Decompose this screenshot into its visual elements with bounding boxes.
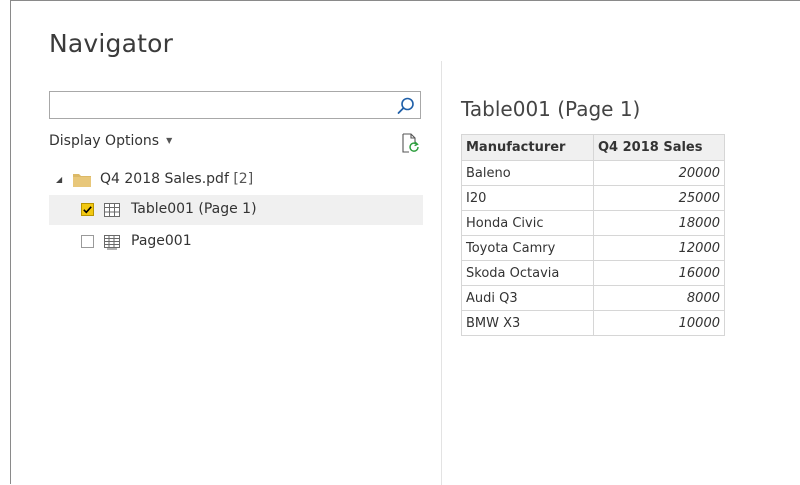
column-header[interactable]: Manufacturer: [461, 134, 594, 161]
table-cell: Toyota Camry: [461, 235, 594, 261]
refresh-icon[interactable]: [399, 132, 421, 154]
table-cell: 8000: [593, 285, 725, 311]
table-cell: 12000: [593, 235, 725, 261]
tree-item-table001[interactable]: Table001 (Page 1): [49, 195, 423, 225]
table-cell: 25000: [593, 185, 725, 211]
table-row: Baleno 20000: [461, 160, 725, 186]
table-row: Audi Q3 8000: [461, 285, 725, 311]
table-row: Toyota Camry 12000: [461, 235, 725, 261]
table-cell: 18000: [593, 210, 725, 236]
page001-checkbox[interactable]: [81, 235, 94, 248]
search-icon[interactable]: [396, 96, 416, 116]
display-options-dropdown[interactable]: Display Options ▼: [49, 133, 172, 149]
dialog-title: Navigator: [49, 29, 174, 58]
table-cell: Honda Civic: [461, 210, 594, 236]
chevron-down-icon: ▼: [166, 136, 173, 145]
tree-folder-row[interactable]: ◢ Q4 2018 Sales.pdf [2]: [49, 165, 423, 195]
folder-count: [2]: [233, 171, 254, 187]
search-input[interactable]: [50, 92, 402, 118]
display-options-label: Display Options: [49, 133, 160, 149]
table-cell: Baleno: [461, 160, 594, 186]
table-cell: 20000: [593, 160, 725, 186]
pane-divider: [441, 61, 442, 485]
folder-icon: [73, 174, 91, 187]
table-icon: [104, 203, 120, 217]
column-header[interactable]: Q4 2018 Sales: [593, 134, 725, 161]
checkmark-icon: [83, 206, 92, 214]
table-header-row: Manufacturer Q4 2018 Sales: [461, 134, 725, 161]
navigator-window: Navigator Display Options ▼ ◢ Q4 2018 Sal…: [10, 0, 800, 485]
table-row: BMW X3 10000: [461, 310, 725, 336]
tree-item-page001[interactable]: Page001: [49, 227, 423, 257]
table-cell: Skoda Octavia: [461, 260, 594, 286]
table-row: Skoda Octavia 16000: [461, 260, 725, 286]
table-cell: 16000: [593, 260, 725, 286]
tree-item-label: Table001 (Page 1): [131, 201, 257, 217]
table-cell: I20: [461, 185, 594, 211]
expand-triangle-icon[interactable]: ◢: [56, 175, 62, 184]
table-row: I20 25000: [461, 185, 725, 211]
page-table-icon: [104, 235, 120, 250]
preview-title: Table001 (Page 1): [461, 97, 641, 121]
preview-table: Manufacturer Q4 2018 Sales Baleno 20000 …: [461, 134, 725, 336]
folder-name: Q4 2018 Sales.pdf: [100, 171, 229, 187]
tree-item-label: Page001: [131, 233, 192, 249]
table-cell: BMW X3: [461, 310, 594, 336]
table-cell: 10000: [593, 310, 725, 336]
search-box[interactable]: [49, 91, 421, 119]
table001-checkbox[interactable]: [81, 203, 94, 216]
table-row: Honda Civic 18000: [461, 210, 725, 236]
table-cell: Audi Q3: [461, 285, 594, 311]
folder-label: Q4 2018 Sales.pdf [2]: [100, 171, 253, 187]
